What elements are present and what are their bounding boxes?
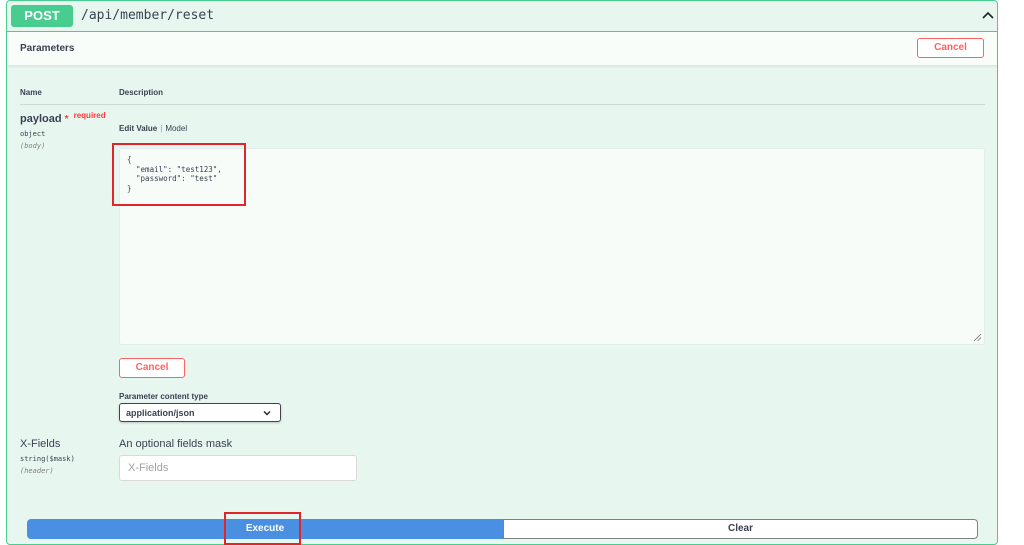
annotation-highlight-body bbox=[112, 143, 246, 206]
payload-param-type: object bbox=[20, 130, 46, 138]
param-name-text: payload bbox=[20, 113, 62, 125]
method-badge: POST bbox=[11, 5, 73, 27]
chevron-down-icon bbox=[263, 411, 271, 416]
endpoint-path: /api/member/reset bbox=[81, 8, 215, 23]
resize-handle-icon[interactable] bbox=[974, 334, 981, 341]
xfields-description: An optional fields mask bbox=[119, 438, 233, 450]
content-type-label: Parameter content type bbox=[119, 392, 208, 401]
xfields-placeholder: X-Fields bbox=[128, 462, 169, 474]
tab-edit-value[interactable]: Edit Value bbox=[119, 124, 157, 133]
payload-param-in: (body) bbox=[20, 142, 46, 150]
parameters-title: Parameters bbox=[20, 43, 75, 54]
tab-model[interactable]: Model bbox=[165, 124, 187, 133]
body-tabs: Edit Value | Model bbox=[119, 124, 187, 133]
payload-param-name: payload * required bbox=[20, 111, 106, 125]
body-editor-textarea[interactable]: { "email": "test123", "password": "test"… bbox=[119, 148, 985, 345]
chevron-up-icon[interactable] bbox=[981, 9, 995, 23]
required-star: * bbox=[64, 114, 69, 125]
content-type-select[interactable]: application/json bbox=[119, 403, 281, 422]
xfields-param-in: (header) bbox=[20, 467, 54, 475]
column-header-description: Description bbox=[119, 88, 164, 97]
annotation-highlight-execute bbox=[224, 512, 301, 545]
cancel-try-out-button[interactable]: Cancel bbox=[917, 38, 984, 58]
parameters-header: Parameters Cancel bbox=[7, 32, 997, 66]
column-header-name: Name bbox=[20, 88, 42, 97]
xfields-param-name: X-Fields bbox=[20, 438, 61, 450]
xfields-input[interactable]: X-Fields bbox=[119, 455, 357, 481]
cancel-edit-button[interactable]: Cancel bbox=[119, 358, 185, 378]
content-type-value: application/json bbox=[126, 408, 195, 418]
operation-summary[interactable]: POST /api/member/reset bbox=[7, 1, 997, 32]
xfields-param-type: string($mask) bbox=[20, 455, 75, 463]
clear-button[interactable]: Clear bbox=[503, 519, 978, 539]
tab-separator: | bbox=[160, 124, 163, 133]
execute-wrapper: Execute Clear bbox=[27, 519, 979, 539]
operation-block: POST /api/member/reset Parameters Cancel… bbox=[6, 0, 998, 545]
required-label: required bbox=[73, 111, 106, 120]
header-divider bbox=[20, 104, 985, 105]
